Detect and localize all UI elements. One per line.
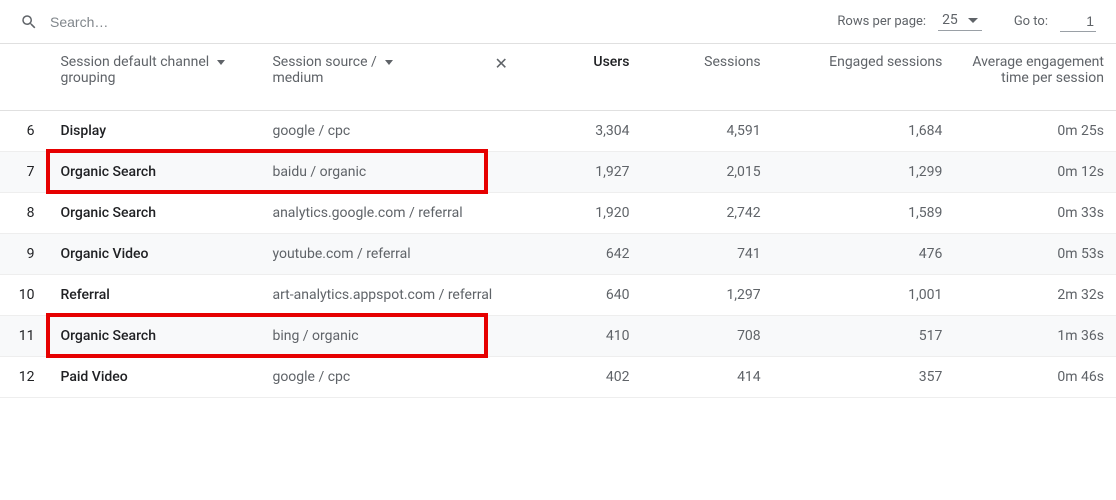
row-sessions: 741 xyxy=(641,233,772,274)
row-avg-engagement: 0m 33s xyxy=(954,192,1116,233)
row-source-medium: bing / organic xyxy=(260,315,520,356)
row-source-medium: youtube.com / referral xyxy=(260,233,520,274)
row-channel: Organic Video xyxy=(48,233,260,274)
row-avg-engagement: 0m 46s xyxy=(954,356,1116,397)
rows-per-page-label: Rows per page: xyxy=(837,14,926,29)
row-users: 1,927 xyxy=(520,151,641,192)
table-row[interactable]: 10Referralart-analytics.appspot.com / re… xyxy=(0,274,1116,315)
row-avg-engagement: 2m 32s xyxy=(954,274,1116,315)
row-source-medium: baidu / organic xyxy=(260,151,520,192)
row-index: 8 xyxy=(0,192,48,233)
row-source-medium: google / cpc xyxy=(260,110,520,151)
row-sessions: 708 xyxy=(641,315,772,356)
row-index: 11 xyxy=(0,315,48,356)
search-input[interactable] xyxy=(50,14,250,30)
row-channel: Organic Search xyxy=(48,315,260,356)
rows-per-page-value: 25 xyxy=(942,12,958,28)
table-row[interactable]: 8Organic Searchanalytics.google.com / re… xyxy=(0,192,1116,233)
header-engaged-sessions[interactable]: Engaged sessions xyxy=(773,44,955,110)
header-close: ✕ xyxy=(483,44,521,110)
row-avg-engagement: 0m 12s xyxy=(954,151,1116,192)
header-channel-grouping[interactable]: Session default channel grouping xyxy=(48,44,260,110)
row-channel: Organic Search xyxy=(48,192,260,233)
row-users: 642 xyxy=(520,233,641,274)
row-engaged-sessions: 1,684 xyxy=(773,110,955,151)
row-engaged-sessions: 1,299 xyxy=(773,151,955,192)
row-engaged-sessions: 1,589 xyxy=(773,192,955,233)
row-users: 3,304 xyxy=(520,110,641,151)
row-sessions: 414 xyxy=(641,356,772,397)
row-channel: Organic Search xyxy=(48,151,260,192)
header-users[interactable]: Users xyxy=(520,44,641,110)
row-avg-engagement: 0m 25s xyxy=(954,110,1116,151)
rows-per-page-select[interactable]: 25 xyxy=(938,12,982,31)
row-channel: Paid Video xyxy=(48,356,260,397)
row-channel: Referral xyxy=(48,274,260,315)
row-users: 640 xyxy=(520,274,641,315)
row-engaged-sessions: 517 xyxy=(773,315,955,356)
row-sessions: 2,015 xyxy=(641,151,772,192)
goto-input[interactable] xyxy=(1060,11,1096,32)
row-engaged-sessions: 1,001 xyxy=(773,274,955,315)
close-icon[interactable]: ✕ xyxy=(495,54,508,73)
search-wrap xyxy=(20,13,837,31)
table-header-row: Session default channel grouping Session… xyxy=(0,44,1116,110)
row-sessions: 1,297 xyxy=(641,274,772,315)
table-row[interactable]: 12Paid Videogoogle / cpc4024143570m 46s xyxy=(0,356,1116,397)
row-channel: Display xyxy=(48,110,260,151)
row-avg-engagement: 0m 53s xyxy=(954,233,1116,274)
goto-label: Go to: xyxy=(1014,14,1048,29)
row-source-medium: art-analytics.appspot.com / referral xyxy=(260,274,520,315)
table-row[interactable]: 6Displaygoogle / cpc3,3044,5911,6840m 25… xyxy=(0,110,1116,151)
chevron-down-icon xyxy=(217,60,225,65)
chevron-down-icon xyxy=(968,18,978,23)
search-icon xyxy=(20,13,38,31)
row-source-medium: google / cpc xyxy=(260,356,520,397)
row-index: 6 xyxy=(0,110,48,151)
row-index: 7 xyxy=(0,151,48,192)
table-row[interactable]: 7Organic Searchbaidu / organic1,9272,015… xyxy=(0,151,1116,192)
row-engaged-sessions: 357 xyxy=(773,356,955,397)
pager: Rows per page: 25 Go to: xyxy=(837,11,1096,32)
row-index: 9 xyxy=(0,233,48,274)
row-engaged-sessions: 476 xyxy=(773,233,955,274)
data-table: Session default channel grouping Session… xyxy=(0,44,1116,398)
row-index: 10 xyxy=(0,274,48,315)
table-row[interactable]: 9Organic Videoyoutube.com / referral6427… xyxy=(0,233,1116,274)
table-toolbar: Rows per page: 25 Go to: xyxy=(0,0,1116,44)
row-users: 402 xyxy=(520,356,641,397)
header-avg-engagement[interactable]: Average engagement time per session xyxy=(954,44,1116,110)
row-sessions: 4,591 xyxy=(641,110,772,151)
row-sessions: 2,742 xyxy=(641,192,772,233)
header-sessions[interactable]: Sessions xyxy=(641,44,772,110)
chevron-down-icon xyxy=(385,60,393,65)
row-source-medium: analytics.google.com / referral xyxy=(260,192,520,233)
row-users: 410 xyxy=(520,315,641,356)
header-source-medium[interactable]: Session source / medium xyxy=(260,44,482,110)
row-avg-engagement: 1m 36s xyxy=(954,315,1116,356)
header-index xyxy=(0,44,48,110)
table-row[interactable]: 11Organic Searchbing / organic4107085171… xyxy=(0,315,1116,356)
row-users: 1,920 xyxy=(520,192,641,233)
row-index: 12 xyxy=(0,356,48,397)
